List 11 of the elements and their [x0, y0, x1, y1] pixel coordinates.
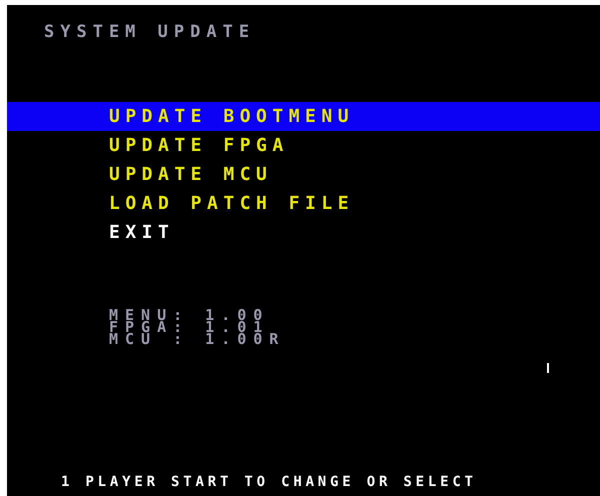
screen-title: SYSTEM UPDATE [43, 21, 256, 44]
menu-item[interactable]: EXIT [7, 218, 600, 247]
version-line: MENU: 1.00 [109, 309, 270, 321]
menu-item[interactable]: UPDATE BOOTMENU [7, 102, 600, 131]
menu-item[interactable]: LOAD PATCH FILE [7, 189, 600, 218]
menu-item[interactable]: UPDATE MCU [7, 160, 600, 189]
version-line: MCU : 1.00R [109, 333, 286, 345]
version-line: FPGA: 1.01 [109, 321, 270, 333]
cursor-icon [547, 363, 549, 373]
menu-item[interactable]: UPDATE FPGA [7, 131, 600, 160]
footer-hint: 1 PLAYER START TO CHANGE OR SELECT [60, 474, 478, 492]
